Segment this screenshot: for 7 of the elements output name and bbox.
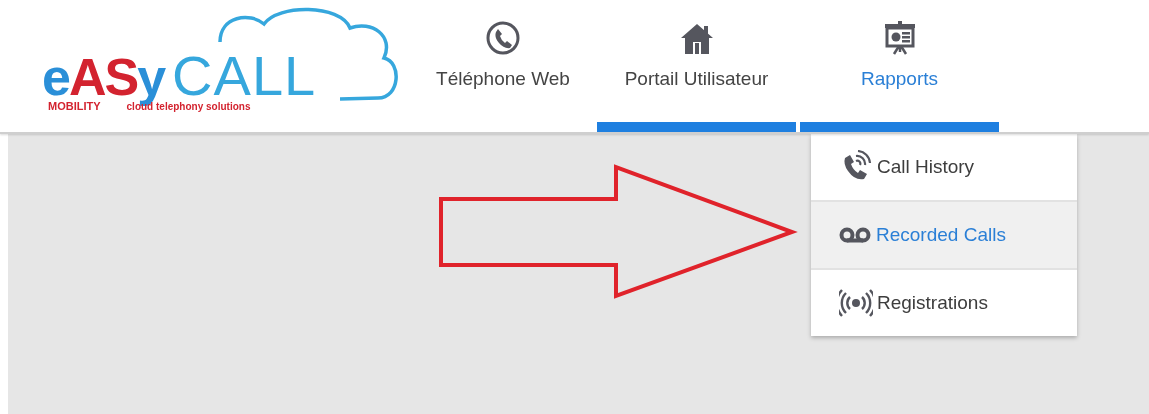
menu-item[interactable]: Registrations [811, 270, 1077, 336]
nav-tab[interactable]: Téléphone Web [413, 0, 593, 132]
nav-tab[interactable]: Rapports [800, 0, 999, 132]
logo-call-text: CALL [172, 50, 317, 102]
nav-tab[interactable]: Portail Utilisateur [597, 0, 796, 132]
menu-item[interactable]: Recorded Calls [811, 202, 1077, 270]
logo-mobility-text: MOBILITY [48, 100, 101, 112]
